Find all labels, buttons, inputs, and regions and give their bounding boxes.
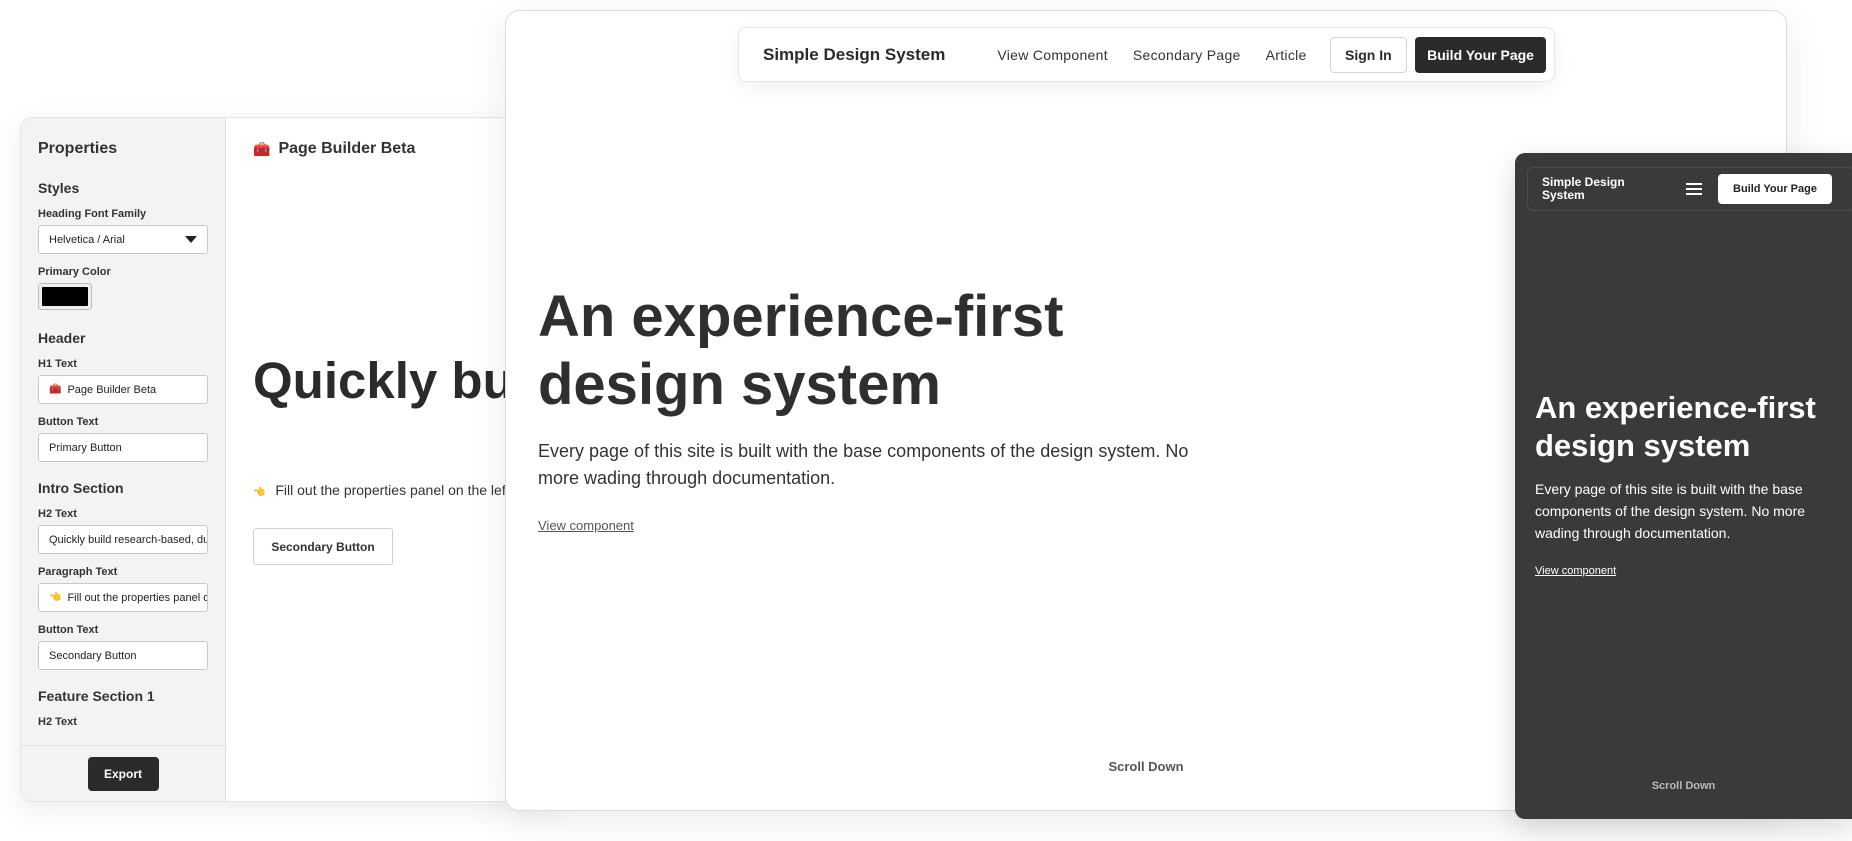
paragraph-text-input[interactable]: 👈 Fill out the properties panel on the l… [38, 583, 208, 612]
brand-logo[interactable]: Simple Design System [1542, 176, 1662, 202]
feature-1-h2-label: H2 Text [38, 716, 77, 728]
properties-footer: Export [21, 745, 225, 801]
page-title-text: Page Builder Beta [278, 140, 416, 157]
intro-heading: Intro Section [38, 480, 124, 496]
brand-logo[interactable]: Simple Design System [763, 45, 945, 65]
h2-text-input[interactable]: Quickly build research-based, durable we… [38, 525, 208, 554]
build-your-page-button[interactable]: Build Your Page [1718, 174, 1832, 204]
primary-color-swatch [42, 287, 88, 306]
intro-section: Intro Section H2 Text Quickly build rese… [38, 480, 208, 670]
sign-in-button[interactable]: Sign In [1329, 36, 1408, 73]
hero-paragraph: Every page of this site is built with th… [538, 441, 1189, 488]
h2-text-label: H2 Text [38, 508, 77, 520]
intro-button-text-value: Secondary Button [49, 649, 137, 662]
scroll-down-label[interactable]: Scroll Down [1515, 780, 1852, 792]
pointing-left-icon: 👈 [49, 592, 62, 603]
heading-font-label: Heading Font Family [38, 208, 147, 220]
toolbox-icon: 🧰 [49, 384, 62, 395]
intro-button-text-label: Button Text [38, 624, 99, 636]
hero-paragraph: Every page of this site is built with th… [1535, 481, 1806, 541]
styles-section: Styles Heading Font Family Helvetica / A… [38, 180, 208, 310]
toolbox-icon: 🧰 [253, 140, 271, 157]
primary-color-picker[interactable] [38, 283, 92, 310]
page-title: 🧰 Page Builder Beta [253, 140, 415, 158]
properties-title: Properties [38, 140, 118, 157]
heading-font-select[interactable]: Helvetica / Arial [38, 225, 208, 254]
feature-section-1: Feature Section 1 H2 Text [38, 688, 208, 728]
header-button-text-label: Button Text [38, 416, 99, 428]
paragraph-text-label: Paragraph Text [38, 566, 118, 578]
secondary-button[interactable]: Secondary Button [253, 528, 393, 565]
header-heading: Header [38, 330, 86, 346]
hero-title: An experience-first design system [538, 284, 1064, 417]
pointing-left-icon: 👈 [253, 487, 266, 498]
page-builder-window: Properties Styles Heading Font Family He… [20, 117, 560, 802]
mobile-navbar: Simple Design System Build Your Page [1527, 167, 1852, 211]
h1-text-value: Page Builder Beta [67, 383, 157, 396]
desktop-navbar: Simple Design System View Component Seco… [738, 27, 1555, 82]
scroll-down-text: Scroll Down [1108, 759, 1184, 774]
h1-text-label: H1 Text [38, 358, 77, 370]
heading-font-value: Helvetica / Arial [49, 233, 125, 246]
nav-link-secondary-page[interactable]: Secondary Page [1133, 47, 1241, 63]
properties-panel: Properties Styles Heading Font Family He… [21, 118, 226, 801]
view-component-link[interactable]: View component [538, 518, 634, 533]
primary-color-label: Primary Color [38, 266, 111, 278]
header-button-text-input[interactable]: Primary Button [38, 433, 208, 462]
nav-link-view-component[interactable]: View Component [997, 47, 1108, 63]
paragraph-text-value: Fill out the properties panel on the lef… [67, 591, 207, 604]
header-section: Header H1 Text 🧰 Page Builder Beta Butto… [38, 330, 208, 462]
h2-text-value: Quickly build research-based, durable we… [49, 533, 207, 546]
intro-button-text-input[interactable]: Secondary Button [38, 641, 208, 670]
feature-1-heading: Feature Section 1 [38, 688, 155, 704]
mobile-preview: Simple Design System Build Your Page An … [1515, 153, 1852, 819]
h1-text-input[interactable]: 🧰 Page Builder Beta [38, 375, 208, 404]
header-button-text-value: Primary Button [49, 441, 122, 454]
chevron-down-icon [185, 236, 197, 243]
properties-scroll-area[interactable]: Properties Styles Heading Font Family He… [21, 118, 225, 745]
nav-link-article[interactable]: Article [1266, 47, 1307, 63]
hamburger-icon[interactable] [1686, 183, 1702, 195]
export-button[interactable]: Export [87, 756, 159, 791]
view-component-link[interactable]: View component [1535, 565, 1616, 577]
hero-title: An experience-first design system [1535, 390, 1816, 463]
build-your-page-button[interactable]: Build Your Page [1415, 36, 1546, 73]
styles-heading: Styles [38, 180, 80, 196]
